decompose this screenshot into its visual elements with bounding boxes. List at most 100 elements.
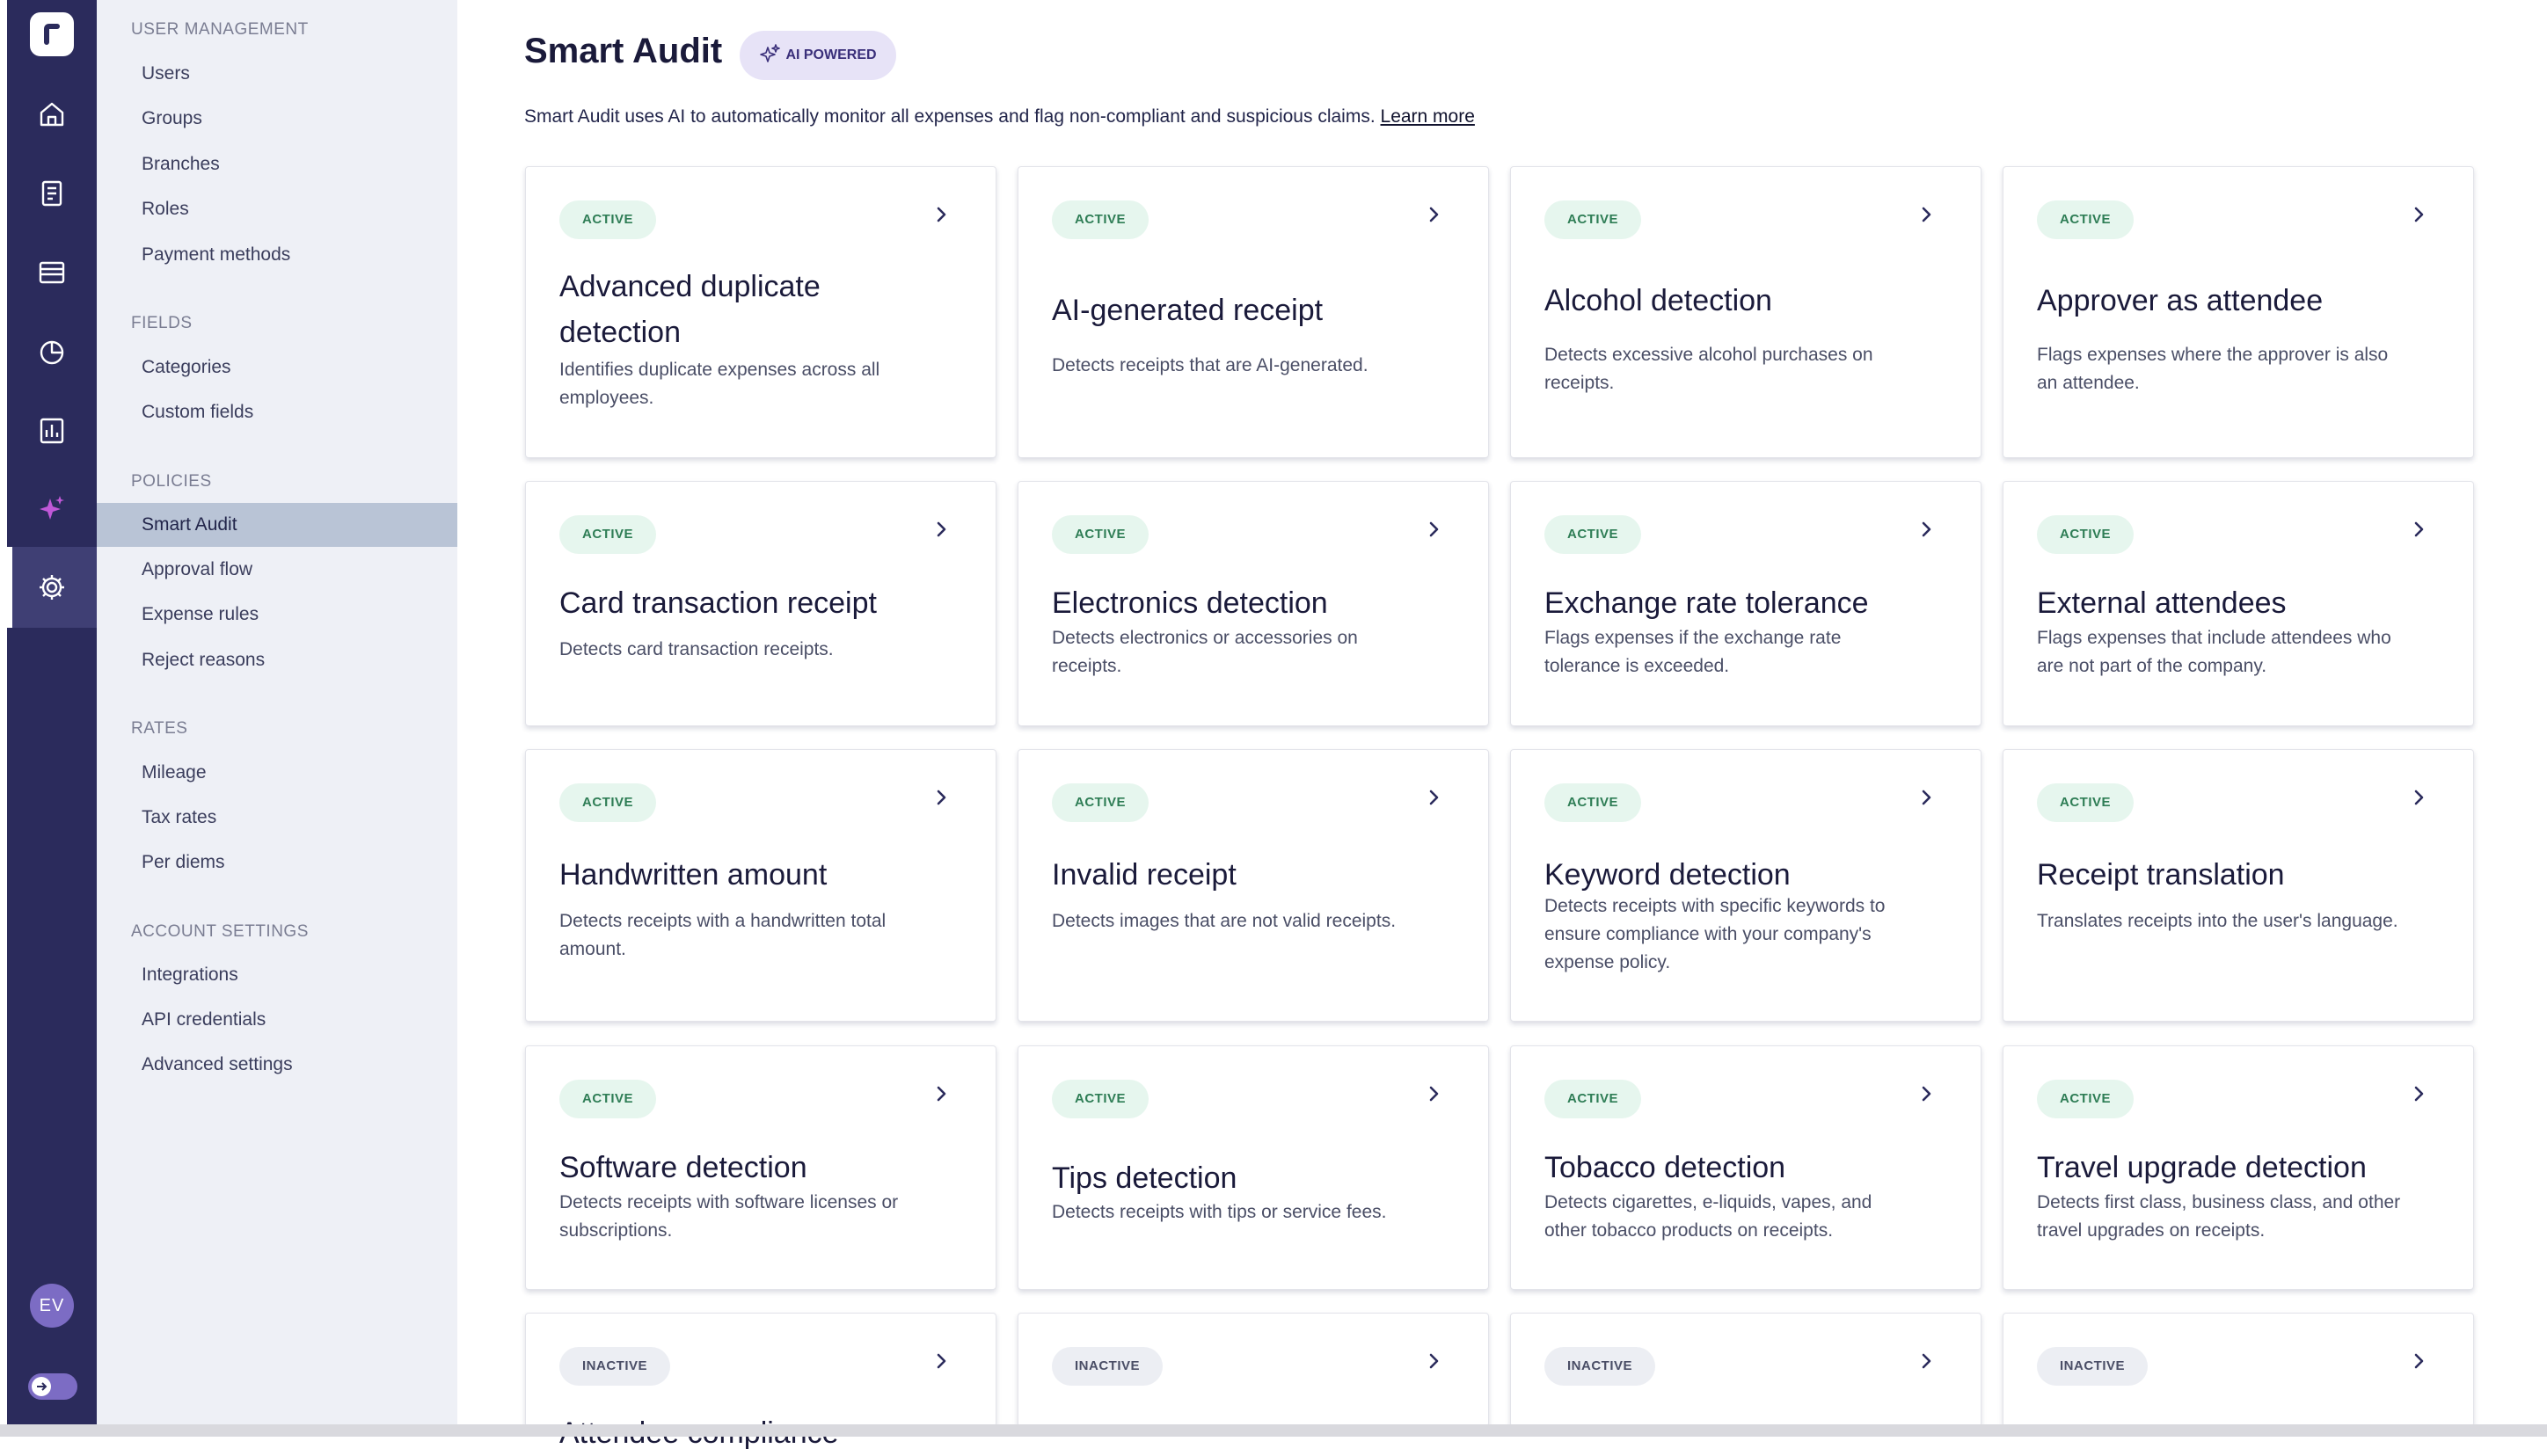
sidebar-item-roles[interactable]: Roles [97,187,457,231]
sidebar-item-approval-flow[interactable]: Approval flow [97,548,457,592]
chevron-right-icon[interactable] [2401,1343,2436,1379]
rule-card[interactable]: ACTIVE Invalid receipt Detects images that… [1018,749,1489,1022]
rule-card[interactable]: ACTIVE Electronics detection Detects elect… [1018,481,1489,726]
rule-card[interactable]: ACTIVE Travel upgrade detection Detects fi… [2003,1045,2474,1290]
rule-card[interactable]: ACTIVE Advanced duplicate detection Identi… [525,166,996,458]
rule-description: Detects receipts with specific keywords … [1544,896,1886,972]
rule-card[interactable]: ACTIVE Approver as attendee Flags expenses… [2003,166,2474,458]
rule-description: Detects receipts with tips or service fe… [1052,1202,1387,1222]
rule-card[interactable]: ACTIVE External attendees Flags expenses t… [2003,481,2474,726]
toggle-arrow-icon [32,1377,51,1396]
chevron-right-icon[interactable] [1908,512,1944,547]
section-heading-rates: RATES [131,719,188,738]
rule-description: Flags expenses where the approver is als… [2037,345,2389,393]
rule-card[interactable]: ACTIVE Tips detection Detects receipts wit… [1018,1045,1489,1290]
sidebar-item-reject-reasons[interactable]: Reject reasons [97,638,457,682]
sidebar-item-tax-rates[interactable]: Tax rates [97,796,457,840]
home-icon[interactable] [30,92,74,136]
reports-icon[interactable] [30,171,74,215]
sidebar-item-custom-fields[interactable]: Custom fields [97,390,457,434]
smart-audit-icon[interactable] [30,486,74,530]
rule-description: Flags expenses that include attendees wh… [2037,628,2391,676]
rule-title: Card transaction receipt [559,586,877,620]
rule-title: Handwritten amount [559,858,828,892]
sidebar-item-advanced-settings[interactable]: Advanced settings [97,1043,457,1087]
rule-description: Detects card transaction receipts. [559,639,834,659]
status-badge: INACTIVE [1052,1347,1164,1386]
chevron-right-icon[interactable] [1908,780,1944,815]
logo-icon[interactable] [30,12,74,56]
status-badge: ACTIVE [1052,1080,1149,1118]
settings-icon[interactable] [30,565,74,609]
rule-title: Alcohol detection [1544,284,1772,317]
chevron-right-icon[interactable] [1416,1343,1451,1379]
chevron-right-icon[interactable] [1908,1076,1944,1111]
sidebar-item-per-diems[interactable]: Per diems [97,841,457,885]
rule-card[interactable]: ACTIVE Exchange rate tolerance Flags expen… [1510,481,1981,726]
rule-title: Software detection [559,1151,807,1184]
rule-card[interactable]: ACTIVE Handwritten amount Detects receipts… [525,749,996,1022]
chevron-right-icon[interactable] [1416,780,1451,815]
chevron-right-icon[interactable] [2401,512,2436,547]
rule-card[interactable]: INACTIVE [2003,1313,2474,1427]
rule-card[interactable]: INACTIVEAttendee compliance [525,1313,996,1450]
section-heading-fields: FIELDS [131,314,193,332]
rule-title: Keyword detection [1544,858,1791,892]
sidebar-item-api-credentials[interactable]: API credentials [97,998,457,1042]
status-badge: ACTIVE [1052,200,1149,239]
chevron-right-icon[interactable] [2401,1076,2436,1111]
chevron-right-icon[interactable] [1416,1076,1451,1111]
chevron-right-icon[interactable] [2401,197,2436,232]
ai-badge-label: AI POWERED [785,47,877,62]
chevron-right-icon[interactable] [923,780,959,815]
rule-card[interactable]: ACTIVE Alcohol detection Detects excessive… [1510,166,1981,458]
chevron-right-icon[interactable] [1908,1343,1944,1379]
chevron-right-icon[interactable] [923,1076,959,1111]
rule-description: Detects electronics or accessories on re… [1052,628,1358,676]
rule-title: Tobacco detection [1544,1151,1786,1184]
sidebar-item-categories[interactable]: Categories [97,346,457,389]
analytics-icon[interactable] [30,330,74,374]
status-badge: ACTIVE [2037,783,2135,822]
sidebar-item-payment-methods[interactable]: Payment methods [97,233,457,277]
sidebar-item-branches[interactable]: Branches [97,142,457,186]
chevron-right-icon[interactable] [923,197,959,232]
rule-description: Detects excessive alcohol purchases on r… [1544,345,1873,393]
rule-title: Travel upgrade detection [2037,1151,2367,1184]
rule-card[interactable]: ACTIVE AI-generated receipt Detects receip… [1018,166,1489,458]
sidebar-item-expense-rules[interactable]: Expense rules [97,593,457,637]
chevron-right-icon[interactable] [1416,197,1451,232]
rule-description: Detects first class, business class, and… [2037,1192,2401,1241]
rule-description: Flags expenses if the exchange rate tole… [1544,628,1842,676]
cards-icon[interactable] [30,251,74,295]
rule-title: Exchange rate tolerance [1544,586,1869,620]
theme-toggle[interactable] [28,1373,77,1400]
rule-card[interactable]: ACTIVE Receipt translation Translates rece… [2003,749,2474,1022]
sidebar-item-mileage[interactable]: Mileage [97,751,457,795]
icon-rail: EV [7,0,97,1424]
rule-card[interactable]: ACTIVE Tobacco detection Detects cigarette… [1510,1045,1981,1290]
status-badge: ACTIVE [1544,200,1642,239]
rule-title: External attendees [2037,586,2287,620]
sidebar-item-smart-audit[interactable]: Smart Audit [97,503,457,547]
sidebar-item-integrations[interactable]: Integrations [97,953,457,997]
sidebar-item-users[interactable]: Users [97,52,457,96]
statistics-icon[interactable] [30,409,74,453]
rule-title: Receipt translation [2037,858,2285,892]
chevron-right-icon[interactable] [2401,780,2436,815]
status-badge: ACTIVE [559,1080,657,1118]
rule-card[interactable]: ACTIVE Keyword detection Detects receipts … [1510,749,1981,1022]
sidebar-item-groups[interactable]: Groups [97,97,457,141]
status-badge: ACTIVE [2037,200,2135,239]
status-badge: ACTIVE [1544,1080,1642,1118]
chevron-right-icon[interactable] [923,512,959,547]
learn-more-link[interactable]: Learn more [1381,106,1475,127]
rule-card[interactable]: ACTIVE Card transaction receipt Detects ca… [525,481,996,726]
chevron-right-icon[interactable] [923,1343,959,1379]
rule-card[interactable]: INACTIVE [1018,1313,1489,1427]
avatar[interactable]: EV [30,1284,74,1328]
chevron-right-icon[interactable] [1908,197,1944,232]
rule-card[interactable]: INACTIVE [1510,1313,1981,1427]
chevron-right-icon[interactable] [1416,512,1451,547]
rule-card[interactable]: ACTIVE Software detection Detects receipts… [525,1045,996,1290]
